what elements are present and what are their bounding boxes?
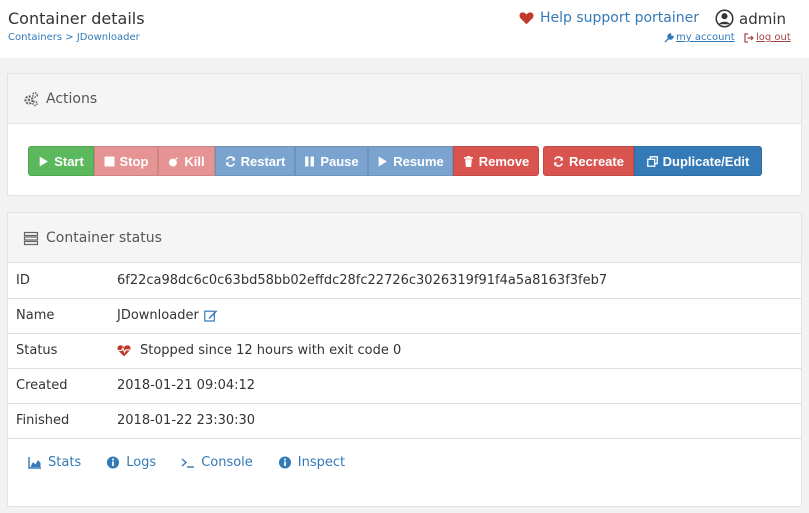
remove-button[interactable]: Remove bbox=[453, 146, 539, 176]
status-table: ID 6f22ca98dc6c0c63bd58bb02effdc28fc2272… bbox=[8, 263, 801, 439]
console-link[interactable]: Console bbox=[181, 455, 253, 470]
terminal-icon bbox=[181, 457, 195, 468]
finished-label: Finished bbox=[8, 403, 117, 439]
wrench-icon bbox=[664, 32, 674, 42]
name-wrapper: JDownloader bbox=[117, 308, 801, 323]
breadcrumb-containers-link[interactable]: Containers bbox=[8, 32, 62, 43]
start-label: Start bbox=[54, 153, 84, 169]
table-row: Name JDownloader bbox=[8, 298, 801, 334]
logs-link[interactable]: Logs bbox=[106, 455, 156, 470]
pause-label: Pause bbox=[320, 153, 359, 169]
container-control-group: Start Stop Kill Restart Pause Resume Rem… bbox=[28, 146, 539, 176]
info-circle-icon bbox=[107, 455, 120, 469]
stats-label: Stats bbox=[48, 454, 82, 470]
my-account-link[interactable]: my account bbox=[664, 32, 735, 43]
user-menu: admin bbox=[715, 9, 786, 28]
help-support-label: Help support portainer bbox=[540, 10, 699, 26]
status-value: Stopped since 12 hours with exit code 0 bbox=[140, 343, 402, 358]
table-row: Status Stopped since 12 hours with exit … bbox=[8, 333, 801, 369]
actions-panel: Actions Start Stop Kill Restart Pause Re… bbox=[7, 73, 802, 196]
stop-label: Stop bbox=[119, 153, 149, 169]
server-icon bbox=[23, 231, 39, 245]
status-panel-heading: Container status bbox=[8, 213, 801, 263]
refresh-icon bbox=[225, 155, 235, 167]
refresh-icon bbox=[553, 155, 564, 167]
play-icon bbox=[378, 156, 388, 166]
heart-icon bbox=[519, 12, 534, 25]
pause-button[interactable]: Pause bbox=[295, 146, 368, 176]
name-cell: JDownloader bbox=[117, 298, 801, 334]
restart-button[interactable]: Restart bbox=[215, 146, 295, 176]
help-support-link[interactable]: Help support portainer bbox=[519, 10, 699, 26]
area-chart-icon bbox=[28, 456, 41, 469]
table-row: Created 2018-01-21 09:04:12 bbox=[8, 368, 801, 404]
remove-label: Remove bbox=[478, 153, 530, 169]
page-header: Container details Containers > JDownload… bbox=[0, 0, 809, 58]
sign-out-icon bbox=[744, 32, 754, 43]
status-cell: Stopped since 12 hours with exit code 0 bbox=[117, 333, 801, 369]
status-heading: Container status bbox=[46, 229, 162, 246]
inspect-link[interactable]: Inspect bbox=[278, 455, 345, 470]
console-label: Console bbox=[201, 454, 253, 470]
table-row: ID 6f22ca98dc6c0c63bd58bb02effdc28fc2272… bbox=[8, 263, 801, 299]
status-wrapper: Stopped since 12 hours with exit code 0 bbox=[117, 343, 801, 358]
start-button[interactable]: Start bbox=[28, 146, 94, 176]
kill-label: Kill bbox=[184, 153, 205, 169]
stop-icon bbox=[104, 156, 114, 166]
edit-icon[interactable] bbox=[203, 309, 218, 322]
recreate-label: Recreate bbox=[569, 153, 624, 169]
duplicate-edit-label: Duplicate/Edit bbox=[662, 153, 750, 169]
log-out-link[interactable]: log out bbox=[744, 32, 791, 43]
actions-heading: Actions bbox=[46, 90, 98, 107]
copy-icon bbox=[646, 155, 658, 167]
trash-icon bbox=[463, 155, 473, 167]
cogs-icon bbox=[24, 91, 39, 106]
restart-label: Restart bbox=[240, 153, 286, 169]
breadcrumb-separator: > bbox=[65, 32, 74, 43]
id-value: 6f22ca98dc6c0c63bd58bb02effdc28fc22726c3… bbox=[117, 263, 801, 299]
username: admin bbox=[739, 9, 786, 28]
created-label: Created bbox=[8, 368, 117, 404]
heartbeat-icon bbox=[117, 345, 131, 357]
container-edit-group: Recreate Duplicate/Edit bbox=[543, 146, 762, 176]
log-out-label: log out bbox=[756, 32, 791, 43]
resume-label: Resume bbox=[393, 153, 444, 169]
name-value: JDownloader bbox=[117, 308, 199, 323]
inspect-label: Inspect bbox=[297, 454, 346, 470]
container-links: Stats Logs Console Inspect bbox=[8, 439, 801, 470]
bomb-icon bbox=[169, 156, 179, 167]
created-value: 2018-01-21 09:04:12 bbox=[117, 368, 801, 404]
breadcrumb: Containers > JDownloader bbox=[8, 32, 140, 43]
kill-button[interactable]: Kill bbox=[158, 146, 215, 176]
actions-panel-heading: Actions bbox=[8, 74, 801, 124]
page-title: Container details bbox=[8, 9, 145, 28]
logs-label: Logs bbox=[126, 454, 157, 470]
my-account-label: my account bbox=[676, 32, 735, 43]
action-buttons: Start Stop Kill Restart Pause Resume Rem… bbox=[28, 146, 762, 176]
name-label: Name bbox=[8, 298, 117, 334]
info-circle-icon bbox=[278, 455, 291, 469]
finished-value: 2018-01-22 23:30:30 bbox=[117, 403, 801, 439]
stop-button[interactable]: Stop bbox=[94, 146, 158, 176]
resume-button[interactable]: Resume bbox=[368, 146, 453, 176]
pause-icon bbox=[305, 156, 315, 166]
recreate-button[interactable]: Recreate bbox=[543, 146, 634, 176]
breadcrumb-current[interactable]: JDownloader bbox=[77, 32, 140, 43]
container-status-panel: Container status ID 6f22ca98dc6c0c63bd58… bbox=[7, 212, 802, 507]
status-label: Status bbox=[8, 333, 117, 369]
user-circle-icon bbox=[715, 9, 734, 28]
id-label: ID bbox=[8, 263, 117, 299]
duplicate-edit-button[interactable]: Duplicate/Edit bbox=[634, 146, 762, 176]
play-icon bbox=[39, 156, 49, 166]
table-row: Finished 2018-01-22 23:30:30 bbox=[8, 403, 801, 439]
stats-link[interactable]: Stats bbox=[28, 455, 81, 470]
